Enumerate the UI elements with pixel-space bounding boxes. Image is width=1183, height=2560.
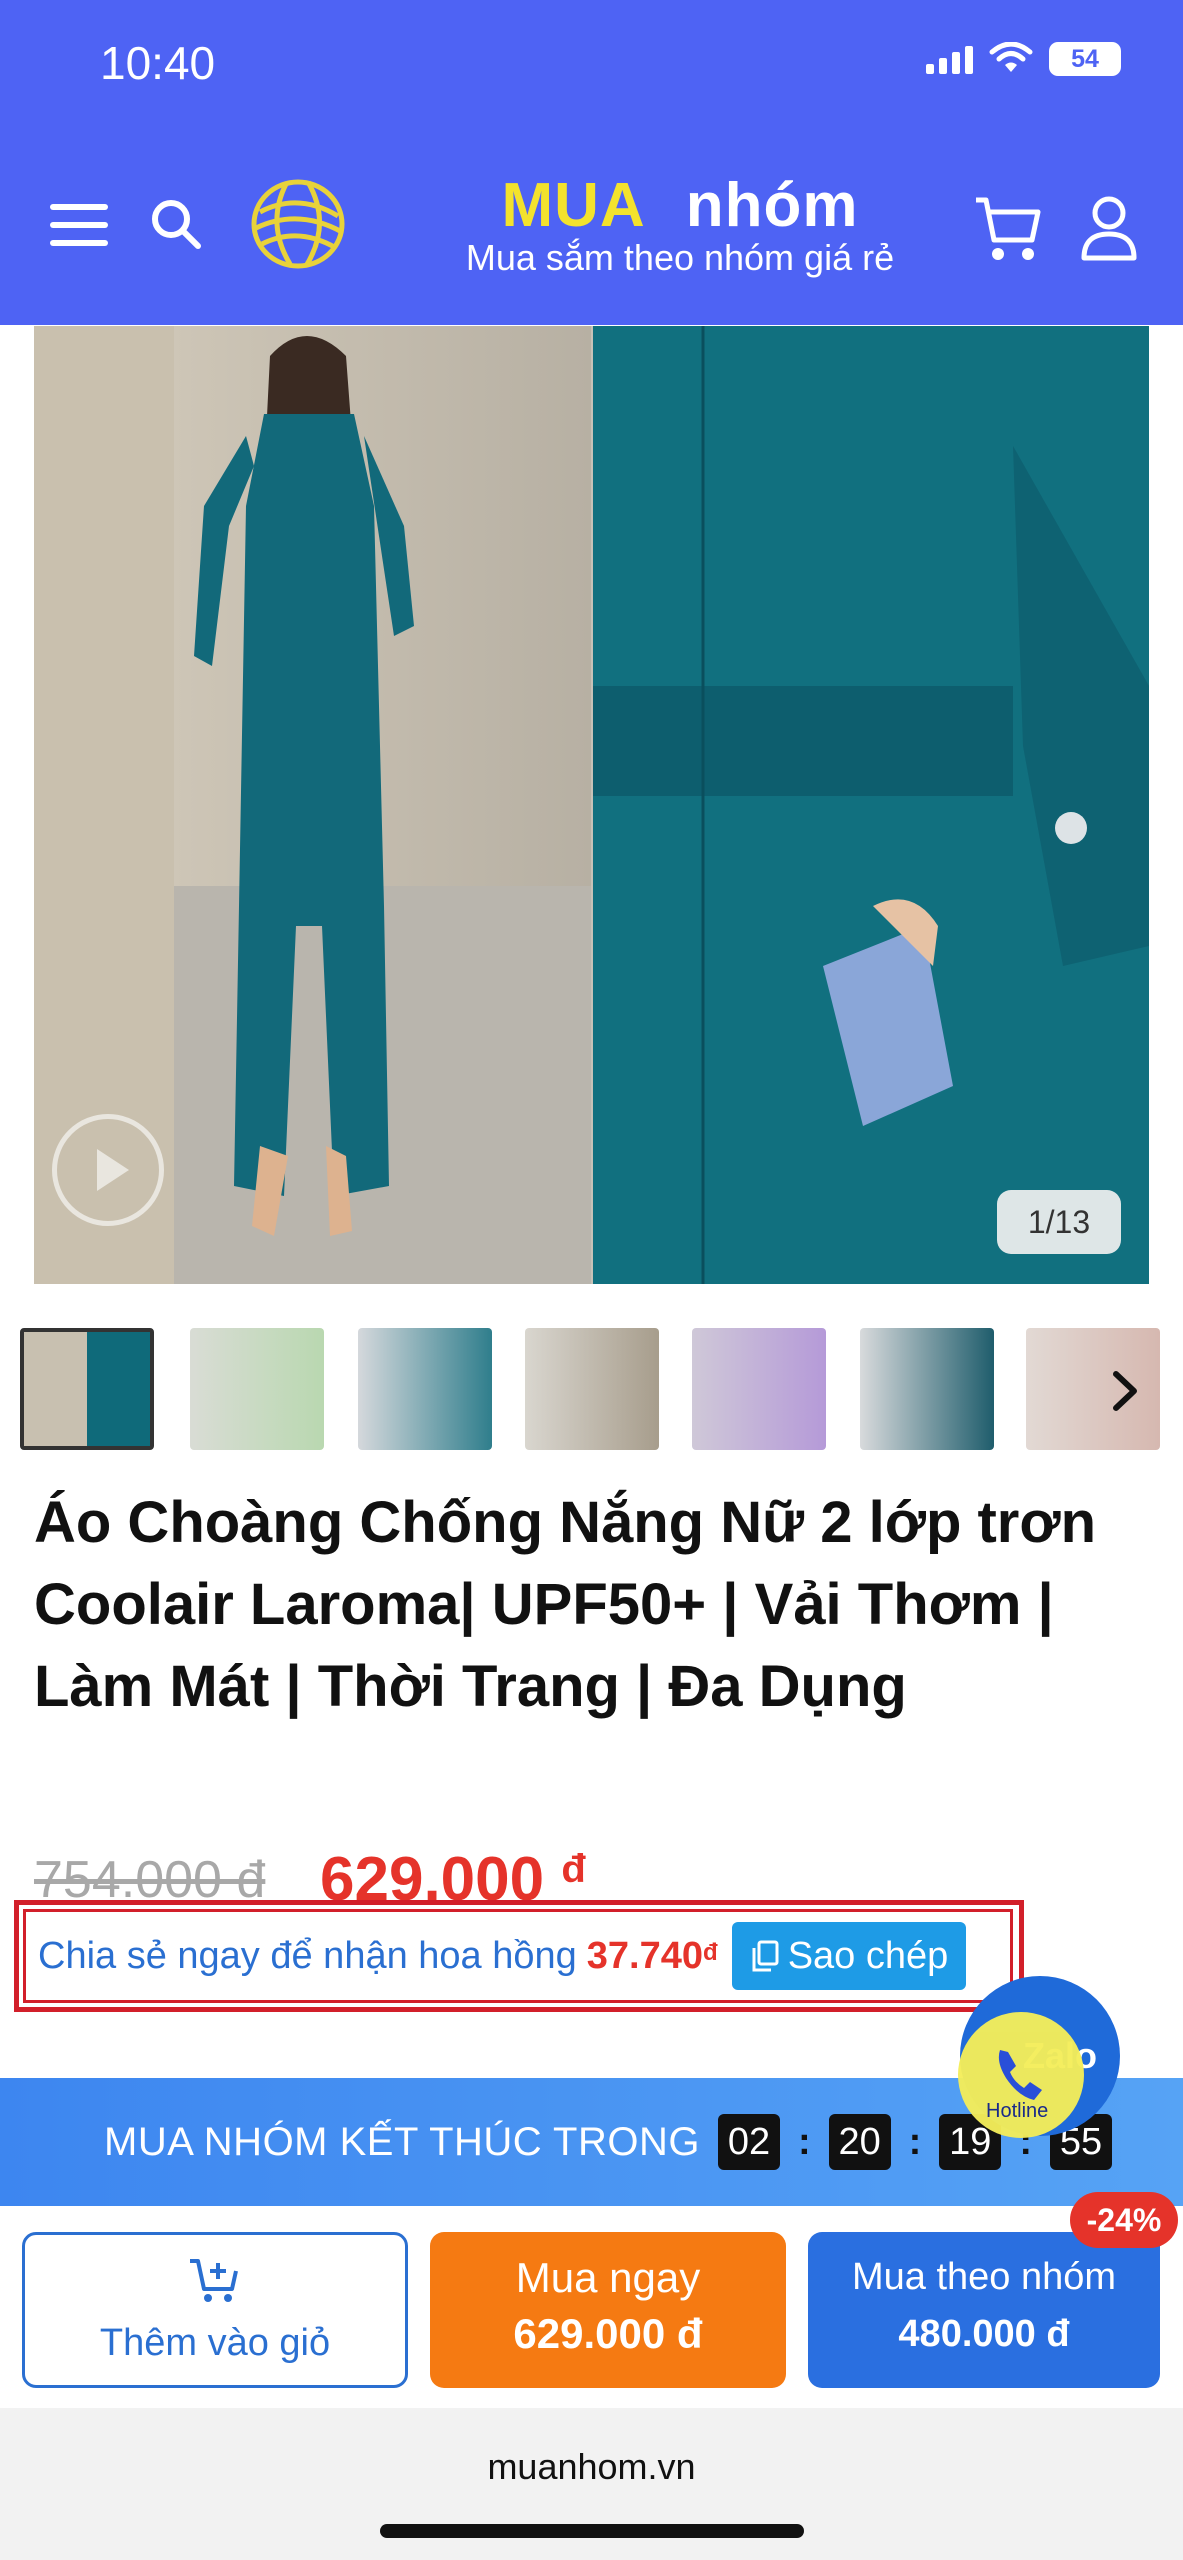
product-photo-detail — [593, 326, 1149, 1284]
countdown-separator: : — [798, 2120, 811, 2163]
app-header: 10:40 54 MUA nhóm Mua sắm theo nhóm giá r… — [0, 0, 1183, 325]
countdown-label: MUA NHÓM KẾT THÚC TRONG — [104, 2119, 700, 2164]
cart-icon[interactable] — [972, 194, 1044, 264]
status-icons: 54 — [926, 42, 1121, 76]
chevron-right-icon[interactable] — [1104, 1368, 1146, 1414]
add-to-cart-label: Thêm vào giỏ — [99, 2322, 331, 2364]
thumbnail-3[interactable] — [358, 1328, 492, 1450]
play-icon — [97, 1149, 129, 1191]
discount-badge: -24% — [1070, 2192, 1178, 2248]
share-text: Chia sẻ ngay để nhận hoa hồng — [38, 1934, 577, 1977]
site-url[interactable]: muanhom.vn — [0, 2446, 1183, 2488]
buy-now-label: Mua ngay — [515, 2254, 701, 2301]
logo-tagline: Mua sắm theo nhóm giá rẻ — [465, 237, 895, 278]
purchase-actions: Thêm vào giỏ Mua ngay 629.000 đ Mua theo… — [0, 2208, 1183, 2408]
thumbnail-5[interactable] — [692, 1328, 826, 1450]
video-play-button[interactable] — [52, 1114, 164, 1226]
add-to-cart-button[interactable]: Thêm vào giỏ — [22, 2232, 408, 2388]
group-buy-price: 480.000 đ — [898, 2313, 1070, 2355]
copy-icon — [752, 1940, 779, 1972]
copy-button-label: Sao chép — [787, 1934, 949, 1977]
countdown-minutes: 20 — [828, 2114, 891, 2170]
logo-word-mua: MUA — [501, 171, 646, 240]
home-indicator[interactable] — [380, 2524, 804, 2538]
hotline-label: Hotline — [986, 2100, 1049, 2122]
wifi-icon — [989, 42, 1033, 72]
countdown-separator: : — [908, 2120, 922, 2163]
thumbnail-4[interactable] — [525, 1328, 659, 1450]
buy-now-button[interactable]: Mua ngay 629.000 đ — [430, 2232, 786, 2388]
buy-now-price: 629.000 đ — [513, 2310, 703, 2357]
logo-word-nhom: nhóm — [685, 171, 859, 240]
globe-logo-icon[interactable] — [246, 176, 350, 272]
group-buy-label: Mua theo nhóm — [851, 2256, 1117, 2298]
thumbnail-2[interactable] — [190, 1328, 324, 1450]
thumbnail-6[interactable] — [860, 1328, 994, 1450]
signal-icon — [926, 44, 973, 74]
thumbnail-1[interactable] — [20, 1328, 154, 1450]
status-time: 10:40 — [100, 37, 216, 89]
thumbnail-strip — [20, 1328, 1183, 1452]
user-icon[interactable] — [1080, 194, 1138, 262]
search-icon[interactable] — [148, 196, 204, 252]
brand-logo[interactable]: MUA nhóm Mua sắm theo nhóm giá rẻ — [420, 170, 940, 279]
copy-button[interactable]: Sao chép — [731, 1922, 967, 1990]
menu-icon[interactable] — [48, 200, 110, 250]
share-commission-box: Chia sẻ ngay để nhận hoa hồng 37.740đ Sa… — [14, 1900, 1024, 2012]
countdown-hours: 02 — [718, 2114, 780, 2170]
commission-amount: 37.740đ — [586, 1934, 718, 1977]
image-page-indicator: 1/13 — [997, 1190, 1121, 1254]
add-cart-icon — [190, 2259, 238, 2302]
product-title: Áo Choàng Chống Nắng Nữ 2 lớp trơn Coola… — [34, 1490, 1097, 1719]
product-image-main[interactable] — [34, 326, 1149, 1284]
sale-price-currency: đ — [561, 1847, 586, 1891]
battery-icon: 54 — [1049, 42, 1121, 76]
group-buy-button[interactable]: Mua theo nhóm 480.000 đ — [808, 2232, 1160, 2388]
